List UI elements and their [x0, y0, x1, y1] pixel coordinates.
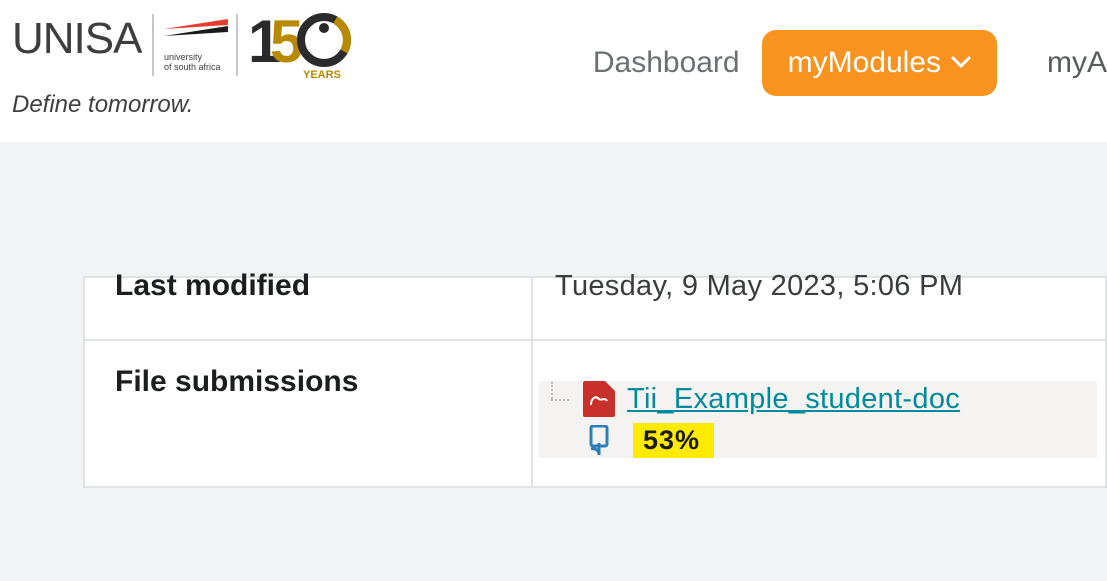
svg-text:YEARS: YEARS — [303, 69, 341, 81]
main-nav: Dashboard myModules myA — [593, 30, 1107, 96]
nav-mymodules-dropdown[interactable]: myModules — [762, 30, 997, 96]
turnitin-icon — [585, 425, 613, 457]
chevron-down-icon — [951, 56, 971, 70]
submission-table: Last modified Tuesday, 9 May 2023, 5:06 … — [83, 276, 1107, 488]
value-last-modified: Tuesday, 9 May 2023, 5:06 PM — [555, 270, 963, 302]
nav-right-partial[interactable]: myA — [1025, 30, 1107, 96]
tagline: Define tomorrow. — [12, 91, 432, 119]
anniversary-logo: 1 5 YEARS — [248, 12, 358, 87]
nav-dashboard[interactable]: Dashboard — [593, 46, 740, 80]
label-file-submissions: File submissions — [115, 365, 358, 398]
university-sublogo: university of south africa — [152, 14, 238, 76]
page-body: Last modified Tuesday, 9 May 2023, 5:06 … — [0, 276, 1107, 488]
similarity-score-badge[interactable]: 53% — [633, 423, 714, 458]
site-header: UNISA university of south africa 1 5 YEA… — [0, 0, 1107, 142]
row-file-submissions: File submissions Tii_Example_student-doc — [84, 340, 1106, 487]
submission-card: Last modified Tuesday, 9 May 2023, 5:06 … — [83, 276, 1107, 488]
file-link[interactable]: Tii_Example_student-doc — [627, 383, 960, 416]
file-entry: Tii_Example_student-doc — [539, 381, 1097, 417]
tree-connector-icon — [539, 382, 571, 416]
brand-text: UNISA — [12, 14, 141, 64]
nav-mymodules-label: myModules — [788, 46, 941, 80]
pdf-icon — [583, 381, 615, 417]
row-last-modified: Last modified Tuesday, 9 May 2023, 5:06 … — [84, 277, 1106, 340]
logo-area: UNISA university of south africa 1 5 YEA… — [12, 14, 432, 119]
similarity-row: 53% — [539, 417, 1097, 458]
swoosh-icon — [164, 16, 228, 44]
sublogo-text: university of south africa — [164, 52, 221, 72]
label-last-modified: Last modified — [115, 269, 310, 302]
